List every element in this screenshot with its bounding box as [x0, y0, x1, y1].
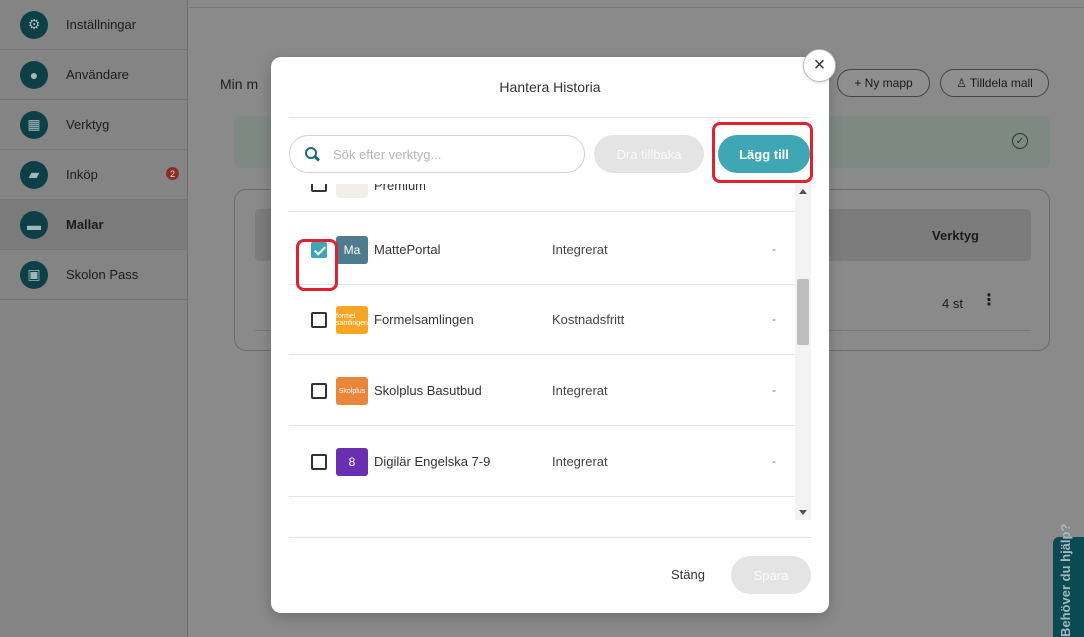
tool-name: Skolplus Basutbud — [374, 383, 482, 398]
tool-name: MattePortal — [374, 242, 441, 257]
sidebar-item-label: Användare — [66, 67, 129, 82]
tool-checkbox[interactable] — [311, 242, 327, 258]
tool-logo: Skolplus — [336, 377, 368, 405]
scroll-up-arrow-icon[interactable] — [799, 189, 807, 194]
sidebar-item-mallar[interactable]: ▬ Mallar — [0, 200, 187, 250]
sidebar-item-inköp[interactable]: ▰ Inköp 2 — [0, 150, 187, 200]
assign-template-button[interactable]: ♙ Tilldela mall — [940, 69, 1049, 97]
tool-type: Integrerat — [552, 383, 608, 398]
withdraw-button[interactable]: Dra tillbaka — [594, 135, 704, 173]
tool-count: 4 st — [942, 296, 963, 311]
tool-list: PremiumIntegrerat-MaMattePortalIntegrera… — [289, 184, 811, 537]
modal-title: Hantera Historia — [499, 79, 601, 95]
scroll-thumb[interactable] — [797, 279, 809, 345]
save-button[interactable]: Spara — [731, 556, 811, 594]
tool-logo: formel samlingen — [336, 306, 368, 334]
tool-price: - — [772, 454, 776, 468]
tool-row[interactable]: Ma MattePortal Integrerat - — [289, 214, 795, 285]
sidebar-item-label: Verktyg — [66, 117, 110, 132]
column-header-tools: Verktyg — [932, 228, 979, 243]
close-text-button[interactable]: Stäng — [671, 567, 705, 582]
book-icon: ▰ — [20, 160, 48, 189]
notification-badge: 2 — [166, 167, 179, 180]
tool-name: Digilär Engelska 7-9 — [374, 454, 491, 469]
search-field[interactable] — [289, 135, 585, 173]
tool-checkbox[interactable] — [311, 454, 327, 470]
grid-icon: ▦ — [20, 110, 48, 139]
tool-checkbox[interactable] — [311, 184, 327, 192]
tool-row[interactable]: formel samlingen Formelsamlingen Kostnadsf… — [289, 284, 795, 355]
tool-price: - — [772, 242, 776, 256]
tool-row[interactable]: PremiumIntegrerat- — [289, 184, 795, 212]
search-icon — [305, 147, 319, 161]
tool-name: Premium — [374, 184, 427, 193]
sidebar-item-skolon-pass[interactable]: ▣ Skolon Pass — [0, 250, 187, 300]
add-button[interactable]: Lägg till — [718, 135, 810, 173]
sidebar-item-användare[interactable]: ● Användare — [0, 50, 187, 100]
list-scrollbar[interactable] — [795, 184, 811, 520]
check-circle-icon: ✓ — [1012, 133, 1028, 149]
new-folder-button[interactable]: + Ny mapp — [837, 69, 930, 97]
folder-icon: ▬ — [20, 210, 48, 239]
tool-checkbox[interactable] — [311, 312, 327, 328]
sidebar-item-label: Skolon Pass — [66, 267, 139, 282]
tool-logo — [336, 184, 368, 198]
tool-row[interactable]: Skolplus Skolplus Basutbud Integrerat - — [289, 355, 795, 426]
tool-type: Integrerat — [552, 242, 608, 257]
tool-name: Formelsamlingen — [374, 312, 474, 327]
tool-checkbox[interactable] — [311, 383, 327, 399]
sidebar-item-label: Inställningar — [66, 17, 137, 32]
sidebar-item-verktyg[interactable]: ▦ Verktyg — [0, 100, 187, 150]
tool-logo: Ma — [336, 236, 368, 264]
sidebar-item-label: Mallar — [66, 217, 104, 232]
user-icon: ● — [20, 60, 48, 89]
row-menu-icon[interactable]: ⋮ — [981, 290, 997, 310]
close-icon[interactable]: × — [803, 49, 836, 82]
sidebar: ⚙ Inställningar ● Användare ▦ Verktyg ▰ Inköp 2 ▬… — [0, 0, 188, 637]
tool-price: - — [772, 312, 776, 326]
page-title: Min m — [220, 76, 259, 92]
tool-type: Integrerat — [552, 454, 608, 469]
user-plus-icon: ♙ — [956, 76, 967, 90]
tool-price: - — [772, 383, 776, 397]
gear-icon: ⚙ — [20, 10, 48, 39]
qr-icon: ▣ — [20, 260, 48, 289]
help-tab-label[interactable]: Behöver du hjälp? — [1058, 524, 1073, 637]
tool-logo: 8 — [336, 448, 368, 476]
modal-header-divider — [289, 117, 811, 118]
scroll-down-arrow-icon[interactable] — [799, 510, 807, 515]
search-input[interactable] — [333, 146, 573, 162]
top-divider — [189, 0, 1084, 8]
assign-template-label: Tilldela mall — [969, 76, 1033, 90]
tool-row[interactable]: 8 Digilär Engelska 7-9 Integrerat - — [289, 426, 795, 497]
tool-type: Kostnadsfritt — [552, 312, 625, 327]
modal-footer-divider — [289, 537, 811, 538]
manage-tools-modal: Hantera Historia Dra tillbaka Lägg till … — [271, 57, 829, 613]
sidebar-item-label: Inköp — [66, 167, 98, 182]
sidebar-item-inställningar[interactable]: ⚙ Inställningar — [0, 0, 187, 50]
